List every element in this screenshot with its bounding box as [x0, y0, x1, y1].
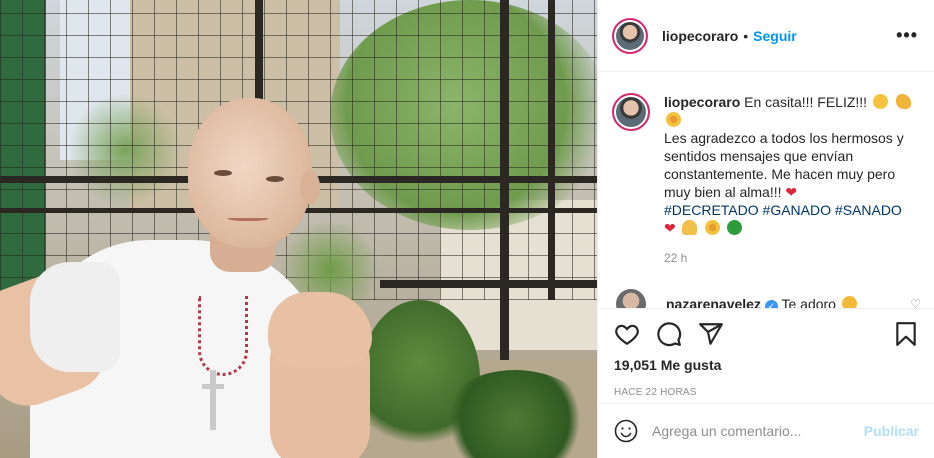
avatar[interactable] — [616, 289, 646, 309]
post-side-panel: liopecoraro • Seguir ••• liopecoraro En … — [597, 0, 934, 458]
post-timestamp[interactable]: HACE 22 HORAS — [614, 387, 919, 398]
person-ear — [300, 170, 320, 204]
caption-line1: En casita!!! FELIZ!!! — [744, 94, 868, 110]
clover-emoji-icon — [727, 220, 743, 235]
red-heart-emoji-icon: ❤ — [785, 184, 798, 200]
grimace-emoji-icon — [872, 94, 888, 109]
paper-plane-icon[interactable] — [698, 321, 724, 347]
header-username[interactable]: liopecoraro — [662, 28, 738, 44]
heart-icon[interactable] — [614, 321, 640, 347]
comment-input[interactable] — [652, 423, 864, 439]
red-heart-emoji-icon: ❤ — [664, 220, 676, 236]
heart-eyes-emoji-icon — [841, 295, 857, 309]
hashtag-link[interactable]: #SANADO — [835, 202, 902, 218]
more-options-icon[interactable]: ••• — [896, 25, 918, 46]
person-mouth — [228, 215, 268, 221]
person-head — [188, 98, 312, 248]
person-eye — [266, 176, 284, 182]
caption-timestamp[interactable]: 22 h — [664, 249, 914, 267]
person-sleeve — [30, 262, 120, 372]
post-actions: 19,051 Me gusta HACE 22 HORAS — [598, 308, 934, 398]
follow-button[interactable]: Seguir — [753, 28, 797, 44]
publish-button[interactable]: Publicar — [864, 423, 919, 439]
comments-list[interactable]: liopecoraro En casita!!! FELIZ!!! Les ag… — [598, 73, 934, 309]
caption-line2: Les agradezco a todos los hermosos y sen… — [664, 130, 904, 200]
caption-text: liopecoraro En casita!!! FELIZ!!! Les ag… — [664, 93, 914, 267]
person-necklace — [198, 296, 248, 376]
emoji-smiley-icon[interactable] — [614, 419, 638, 443]
comment-row: nazarenavelez ✓ Te adoro ♡ — [612, 289, 921, 309]
praying-hands-emoji-icon — [681, 220, 697, 235]
caption: liopecoraro En casita!!! FELIZ!!! Les ag… — [612, 93, 921, 267]
hashtag-link[interactable]: #DECRETADO — [664, 202, 759, 218]
photo-person — [0, 0, 597, 458]
person-cross — [202, 384, 224, 389]
post-header: liopecoraro • Seguir ••• — [598, 0, 934, 72]
add-comment-form: Publicar — [598, 403, 934, 458]
avatar[interactable] — [612, 93, 650, 131]
action-bar — [614, 309, 919, 359]
separator-dot: • — [743, 27, 749, 44]
person-fist — [268, 292, 372, 368]
comment-icon[interactable] — [656, 321, 682, 347]
comment-text: nazarenavelez ✓ Te adoro — [666, 295, 859, 310]
post-photo[interactable] — [0, 0, 597, 458]
caption-username[interactable]: liopecoraro — [664, 94, 740, 110]
comment-body: Te adoro — [781, 295, 836, 310]
comment-username[interactable]: nazarenavelez — [666, 296, 761, 310]
likes-count[interactable]: 19,051 Me gusta — [614, 357, 919, 373]
flower-emoji-icon — [704, 220, 720, 235]
bookmark-icon[interactable] — [893, 321, 919, 347]
person-cross — [210, 370, 216, 430]
hashtag-link[interactable]: #GANADO — [763, 202, 831, 218]
flexed-bicep-emoji-icon — [895, 94, 911, 109]
avatar[interactable] — [612, 17, 648, 54]
person-eye — [214, 170, 232, 176]
flower-emoji-icon — [666, 112, 681, 127]
